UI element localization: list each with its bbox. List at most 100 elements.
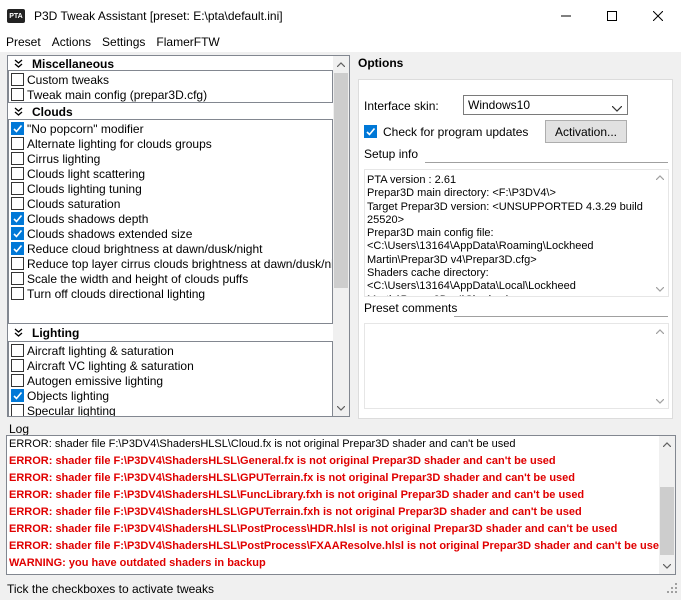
option-objects-lighting[interactable]: Objects lighting (11, 388, 109, 403)
scroll-up-arrow-icon[interactable] (333, 56, 349, 72)
option-light-scattering[interactable]: Clouds light scattering (11, 166, 145, 181)
chevron-down-icon (611, 101, 623, 115)
collapse-chevron-icon (14, 328, 24, 337)
menu-settings[interactable]: Settings (96, 32, 150, 52)
group-box-miscellaneous: Custom tweaks Tweak main config (prepar3… (8, 70, 333, 103)
checkbox[interactable] (11, 182, 24, 195)
log-line-warning: WARNING: you have outdated shaders in ba… (9, 557, 266, 569)
preset-comments-scrollbar[interactable] (652, 324, 668, 408)
menu-flamerftw[interactable]: FlamerFTW (150, 32, 224, 52)
minimize-button[interactable] (543, 0, 589, 32)
checkbox[interactable] (11, 73, 24, 86)
checkbox[interactable] (11, 257, 24, 270)
status-bar: Tick the checkboxes to activate tweaks (0, 577, 681, 600)
checkbox-checked[interactable] (11, 212, 24, 225)
group-title: Miscellaneous (32, 56, 115, 71)
checkbox[interactable] (11, 197, 24, 210)
option-autogen-emissive[interactable]: Autogen emissive lighting (11, 373, 163, 388)
checkbox-checked[interactable] (11, 227, 24, 240)
group-header-miscellaneous[interactable]: Miscellaneous (8, 56, 333, 71)
scroll-down-arrow-icon[interactable] (659, 558, 675, 574)
checkbox[interactable] (11, 404, 24, 416)
log-scrollbar[interactable] (659, 436, 675, 574)
scroll-up-arrow-icon[interactable] (652, 170, 668, 184)
option-shadows-extended[interactable]: Clouds shadows extended size (11, 226, 192, 241)
log-line-error: ERROR: shader file F:\P3DV4\ShadersHLSL\… (9, 506, 582, 518)
option-label: Reduce cloud brightness at dawn/dusk/nig… (27, 241, 263, 256)
interface-skin-select[interactable]: Windows10 (463, 95, 628, 115)
collapse-chevron-icon (14, 107, 24, 116)
option-scale-puffs[interactable]: Scale the width and height of clouds puf… (11, 271, 248, 286)
checkbox-checked[interactable] (11, 389, 24, 402)
checkbox-checked[interactable] (364, 125, 377, 138)
scrollbar-thumb[interactable] (334, 73, 348, 288)
setup-info-box: PTA version : 2.61 Prepar3D main directo… (364, 169, 669, 297)
menu-actions[interactable]: Actions (46, 32, 96, 52)
option-label: Clouds saturation (27, 196, 121, 211)
option-aircraft-vc-lighting[interactable]: Aircraft VC lighting & saturation (11, 358, 194, 373)
interface-skin-label: Interface skin: (364, 99, 439, 113)
checkbox[interactable] (11, 152, 24, 165)
menu-preset[interactable]: Preset (0, 32, 46, 52)
checkbox[interactable] (11, 344, 24, 357)
option-reduce-cirrus[interactable]: Reduce top layer cirrus clouds brightnes… (11, 256, 333, 271)
option-custom-tweaks[interactable]: Custom tweaks (11, 72, 109, 87)
minimize-icon (561, 15, 571, 17)
options-box: Interface skin: Windows10 Check for prog… (358, 79, 673, 419)
option-no-popcorn[interactable]: "No popcorn" modifier (11, 121, 144, 136)
option-tweak-main-config[interactable]: Tweak main config (prepar3D.cfg) (11, 87, 207, 102)
checkbox[interactable] (11, 287, 24, 300)
option-shadows-depth[interactable]: Clouds shadows depth (11, 211, 148, 226)
setup-info-scrollbar[interactable] (652, 170, 668, 296)
tweaks-scrollbar[interactable] (333, 56, 349, 416)
log-label: Log (9, 422, 30, 436)
close-button[interactable] (635, 0, 681, 32)
option-aircraft-lighting[interactable]: Aircraft lighting & saturation (11, 343, 174, 358)
option-directional-lighting[interactable]: Turn off clouds directional lighting (11, 286, 205, 301)
group-header-clouds[interactable]: Clouds (8, 104, 333, 119)
option-label: Custom tweaks (27, 72, 110, 87)
resize-grip-icon[interactable] (667, 582, 677, 596)
preset-comments-box[interactable] (364, 323, 669, 409)
option-label: Objects lighting (27, 388, 110, 403)
scroll-down-arrow-icon[interactable] (652, 394, 668, 408)
log-line: ERROR: shader file F:\P3DV4\ShadersHLSL\… (9, 438, 516, 450)
checkbox[interactable] (11, 272, 24, 285)
option-cirrus-lighting[interactable]: Cirrus lighting (11, 151, 100, 166)
checkbox[interactable] (11, 374, 24, 387)
option-saturation[interactable]: Clouds saturation (11, 196, 120, 211)
setup-info-divider (425, 162, 668, 163)
scroll-down-arrow-icon[interactable] (333, 400, 349, 416)
scroll-up-arrow-icon[interactable] (659, 436, 675, 452)
checkbox[interactable] (11, 167, 24, 180)
option-label: Specular lighting (27, 403, 116, 417)
check-updates-option[interactable]: Check for program updates (364, 124, 528, 139)
checkbox-checked[interactable] (11, 122, 24, 135)
option-reduce-brightness[interactable]: Reduce cloud brightness at dawn/dusk/nig… (11, 241, 262, 256)
check-updates-label: Check for program updates (383, 124, 529, 139)
activation-button[interactable]: Activation... (545, 120, 627, 143)
group-title: Lighting (32, 325, 80, 340)
option-specular-lighting[interactable]: Specular lighting (11, 403, 116, 417)
group-header-lighting[interactable]: Lighting (8, 325, 333, 340)
checkbox[interactable] (11, 88, 24, 101)
option-label: Scale the width and height of clouds puf… (27, 271, 249, 286)
option-label: Reduce top layer cirrus clouds brightnes… (27, 256, 333, 271)
app-icon: PTA (7, 9, 25, 23)
maximize-button[interactable] (589, 0, 635, 32)
checkbox-checked[interactable] (11, 242, 24, 255)
window-title: P3D Tweak Assistant [preset: E:\pta\defa… (34, 9, 283, 23)
preset-comments-label: Preset comments (364, 301, 458, 315)
option-alternate-lighting[interactable]: Alternate lighting for clouds groups (11, 136, 212, 151)
option-label: "No popcorn" modifier (27, 121, 144, 136)
log-line-error: ERROR: shader file F:\P3DV4\ShadersHLSL\… (9, 472, 575, 484)
log-line-error: ERROR: shader file F:\P3DV4\ShadersHLSL\… (9, 523, 618, 535)
checkbox[interactable] (11, 359, 24, 372)
status-text: Tick the checkboxes to activate tweaks (7, 581, 214, 596)
option-label: Tweak main config (prepar3D.cfg) (27, 87, 208, 102)
scroll-down-arrow-icon[interactable] (652, 282, 668, 296)
option-lighting-tuning[interactable]: Clouds lighting tuning (11, 181, 142, 196)
scrollbar-thumb[interactable] (660, 487, 674, 555)
scroll-up-arrow-icon[interactable] (652, 324, 668, 338)
checkbox[interactable] (11, 137, 24, 150)
